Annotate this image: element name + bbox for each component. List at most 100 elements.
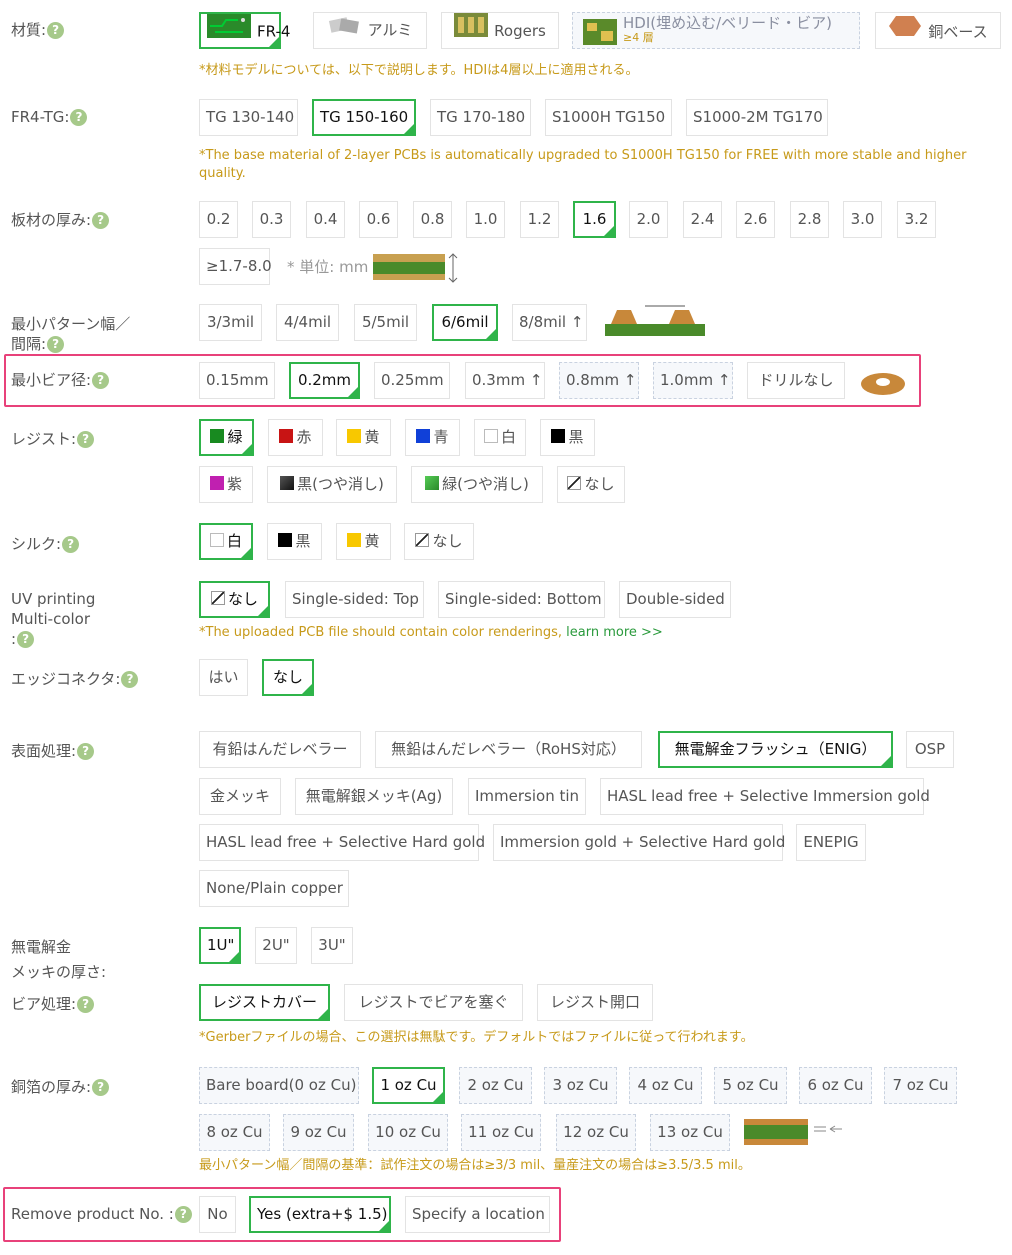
via-option[interactable]: 0.25mm — [374, 362, 450, 399]
via-option[interactable]: 0.8mm ↑ — [559, 362, 639, 399]
resist-option-none[interactable]: なし — [557, 466, 625, 503]
copper-option[interactable]: 4 oz Cu — [629, 1067, 702, 1104]
help-icon[interactable]: ? — [92, 212, 110, 229]
gold-option[interactable]: 2U" — [255, 927, 297, 964]
resist-option-purple[interactable]: 紫 — [199, 466, 253, 503]
material-option-copper-base[interactable]: 銅ベース — [875, 12, 1001, 49]
resist-option-white[interactable]: 白 — [474, 419, 526, 456]
resist-option-matte-green[interactable]: 緑(つや消し) — [411, 466, 543, 503]
surface-option[interactable]: HASL lead free + Selective Hard gold — [199, 824, 485, 861]
help-icon[interactable]: ? — [121, 671, 139, 688]
help-icon[interactable]: ? — [77, 431, 95, 448]
tg-option-s1000-2m[interactable]: S1000-2M TG170 — [686, 99, 828, 136]
surface-option[interactable]: 無電解銀メッキ(Ag) — [295, 778, 453, 815]
surface-option[interactable]: 有鉛はんだレベラー — [199, 731, 361, 768]
resist-option-black[interactable]: 黒 — [540, 419, 595, 456]
copper-option[interactable]: 6 oz Cu — [799, 1067, 872, 1104]
via-process-option[interactable]: レジストでビアを塞ぐ — [344, 984, 523, 1021]
help-icon[interactable]: ? — [17, 631, 35, 648]
via-process-option[interactable]: レジスト開口 — [537, 984, 653, 1021]
uv-option-none[interactable]: なし — [199, 581, 270, 618]
copper-option[interactable]: 2 oz Cu — [459, 1067, 532, 1104]
copper-option[interactable]: 10 oz Cu — [368, 1114, 448, 1151]
edge-option-no[interactable]: なし — [262, 659, 314, 696]
copper-option[interactable]: 13 oz Cu — [650, 1114, 730, 1151]
resist-option-blue[interactable]: 青 — [405, 419, 460, 456]
thickness-option-selected[interactable]: 1.6 — [573, 201, 616, 238]
help-icon[interactable]: ? — [62, 536, 80, 553]
help-icon[interactable]: ? — [174, 1206, 192, 1223]
surface-option[interactable]: Immersion tin — [468, 778, 586, 815]
surface-option[interactable]: HASL lead free + Selective Immersion gol… — [600, 778, 930, 815]
surface-option[interactable]: Immersion gold + Selective Hard gold — [493, 824, 785, 861]
resist-option-matte-black[interactable]: 黒(つや消し) — [267, 466, 397, 503]
trace-option[interactable]: 4/4mil — [276, 304, 339, 341]
uv-option-top[interactable]: Single-sided: Top — [285, 581, 424, 618]
surface-option[interactable]: OSP — [906, 731, 954, 768]
material-option-rogers[interactable]: Rogers — [441, 12, 559, 49]
remove-option-no[interactable]: No — [199, 1196, 236, 1233]
thickness-option[interactable]: 1.2 — [520, 201, 559, 238]
thickness-option[interactable]: 0.4 — [306, 201, 345, 238]
surface-option[interactable]: None/Plain copper — [199, 870, 349, 907]
edge-option-yes[interactable]: はい — [199, 659, 248, 696]
thickness-option[interactable]: 0.2 — [199, 201, 238, 238]
tg-option-150[interactable]: TG 150-160 — [312, 99, 416, 136]
surface-option[interactable]: 金メッキ — [199, 778, 281, 815]
silk-option-yellow[interactable]: 黄 — [336, 523, 391, 560]
surface-option-selected[interactable]: 無電解金フラッシュ（ENIG） — [658, 731, 893, 768]
tg-option-130[interactable]: TG 130-140 — [199, 99, 298, 136]
silk-option-white[interactable]: 白 — [199, 523, 253, 560]
tg-option-s1000h[interactable]: S1000H TG150 — [545, 99, 672, 136]
help-icon[interactable]: ? — [47, 22, 65, 39]
silk-option-black[interactable]: 黒 — [267, 523, 322, 560]
thickness-option[interactable]: 2.8 — [790, 201, 829, 238]
via-option[interactable]: 1.0mm ↑ — [653, 362, 733, 399]
thickness-option[interactable]: 2.4 — [683, 201, 722, 238]
thickness-option[interactable]: 0.8 — [413, 201, 452, 238]
surface-option[interactable]: 無鉛はんだレベラー（RoHS対応） — [375, 731, 642, 768]
thickness-option[interactable]: 1.0 — [466, 201, 505, 238]
silk-option-none[interactable]: なし — [404, 523, 474, 560]
via-option-selected[interactable]: 0.2mm — [289, 362, 360, 399]
copper-option[interactable]: Bare board(0 oz Cu) — [199, 1067, 359, 1104]
uv-option-bottom[interactable]: Single-sided: Bottom — [438, 581, 605, 618]
learn-more-link[interactable]: learn more >> — [566, 625, 663, 640]
trace-option[interactable]: 3/3mil — [199, 304, 262, 341]
via-process-option-selected[interactable]: レジストカバー — [199, 984, 330, 1021]
resist-option-yellow[interactable]: 黄 — [336, 419, 391, 456]
help-icon[interactable]: ? — [77, 743, 95, 760]
material-option-aluminum[interactable]: アルミ — [313, 12, 427, 49]
uv-option-double[interactable]: Double-sided — [619, 581, 731, 618]
copper-option[interactable]: 11 oz Cu — [461, 1114, 541, 1151]
copper-option[interactable]: 8 oz Cu — [199, 1114, 270, 1151]
material-option-fr4[interactable]: FR-4 — [199, 12, 290, 49]
help-icon[interactable]: ? — [92, 1079, 110, 1096]
thickness-option[interactable]: 3.2 — [897, 201, 936, 238]
thickness-option[interactable]: 0.3 — [252, 201, 291, 238]
copper-option[interactable]: 5 oz Cu — [714, 1067, 787, 1104]
copper-option-selected[interactable]: 1 oz Cu — [372, 1067, 445, 1104]
help-icon[interactable]: ? — [70, 109, 88, 126]
gold-option[interactable]: 3U" — [311, 927, 353, 964]
help-icon[interactable]: ? — [47, 336, 65, 353]
via-option-no-drill[interactable]: ドリルなし — [747, 362, 845, 399]
resist-option-red[interactable]: 赤 — [268, 419, 323, 456]
material-option-hdi[interactable]: HDI(埋め込む/ベリード・ビア) ≥4 層 — [572, 12, 860, 49]
thickness-option[interactable]: 3.0 — [843, 201, 882, 238]
remove-option-yes[interactable]: Yes (extra+$ 1.5) — [249, 1196, 391, 1233]
via-option[interactable]: 0.3mm ↑ — [465, 362, 545, 399]
help-icon[interactable]: ? — [77, 996, 95, 1013]
thickness-option[interactable]: 2.0 — [629, 201, 668, 238]
trace-option[interactable]: 8/8mil ↑ — [512, 304, 587, 341]
copper-option[interactable]: 3 oz Cu — [544, 1067, 617, 1104]
remove-option-specify[interactable]: Specify a location — [405, 1196, 550, 1233]
copper-option[interactable]: 9 oz Cu — [283, 1114, 354, 1151]
copper-option[interactable]: 12 oz Cu — [556, 1114, 636, 1151]
via-option[interactable]: 0.15mm — [199, 362, 275, 399]
surface-option[interactable]: ENEPIG — [796, 824, 866, 861]
thickness-option[interactable]: 0.6 — [359, 201, 398, 238]
help-icon[interactable]: ? — [92, 372, 110, 389]
trace-option[interactable]: 5/5mil — [354, 304, 417, 341]
tg-option-170[interactable]: TG 170-180 — [430, 99, 531, 136]
